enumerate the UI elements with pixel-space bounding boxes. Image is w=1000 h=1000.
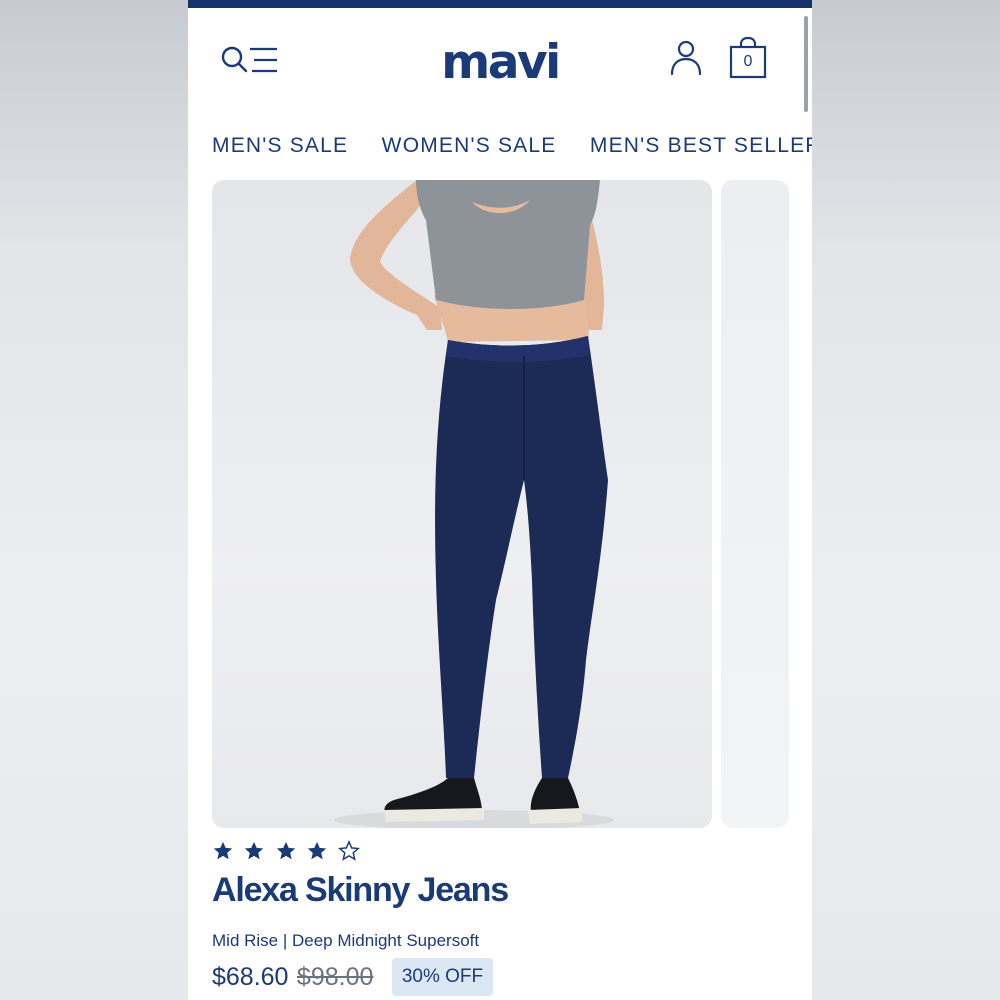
product-rating bbox=[212, 840, 365, 866]
phone-screen: mavi 0 MEN'S SALE WOMEN'S SALE MEN'S BES… bbox=[188, 0, 812, 1000]
product-title[interactable]: Alexa Skinny Jeans bbox=[212, 868, 509, 912]
star-filled-icon bbox=[245, 841, 264, 860]
product-image[interactable] bbox=[212, 180, 712, 828]
nav-item-womens-sale[interactable]: WOMEN'S SALE bbox=[382, 132, 557, 160]
star-filled-icon bbox=[213, 841, 233, 860]
cart-button[interactable]: 0 bbox=[728, 36, 768, 80]
background-right bbox=[812, 0, 1000, 1000]
account-button[interactable] bbox=[668, 38, 704, 78]
user-icon bbox=[670, 40, 702, 76]
sale-price: $68.60 bbox=[212, 963, 289, 991]
star-outline-icon bbox=[337, 840, 360, 861]
site-header: mavi 0 bbox=[188, 8, 812, 118]
product-subtitle: Mid Rise | Deep Midnight Supersoft bbox=[212, 931, 480, 950]
price-row: $68.60 $98.00 30% OFF bbox=[212, 958, 494, 998]
next-product-image[interactable] bbox=[721, 180, 789, 828]
brand-logo[interactable]: mavi bbox=[188, 36, 812, 90]
original-price: $98.00 bbox=[296, 963, 374, 991]
model-illustration bbox=[334, 180, 614, 828]
background-left bbox=[0, 0, 188, 1000]
nav-item-mens-sale[interactable]: MEN'S SALE bbox=[212, 132, 348, 160]
nav-item-mens-best-sellers[interactable]: MEN'S BEST SELLERS bbox=[590, 132, 812, 160]
star-filled-icon bbox=[308, 841, 327, 860]
discount-badge: 30% OFF bbox=[391, 958, 494, 996]
star-filled-icon bbox=[276, 841, 296, 860]
category-nav: MEN'S SALE WOMEN'S SALE MEN'S BEST SELLE… bbox=[212, 132, 812, 162]
cart-count: 0 bbox=[743, 53, 753, 70]
top-accent-bar bbox=[188, 0, 812, 8]
